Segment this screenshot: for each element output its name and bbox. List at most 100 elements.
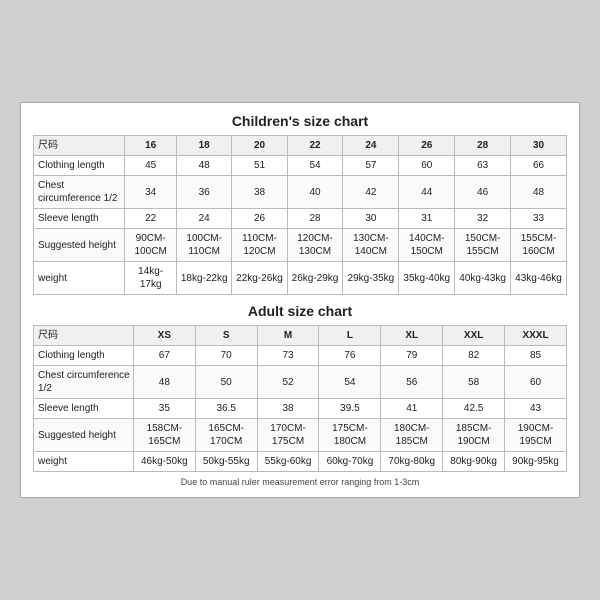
adult-col-header-3: M xyxy=(257,326,319,346)
children-cell-2-3: 28 xyxy=(287,209,343,229)
adult-row-label-0: Clothing length xyxy=(34,346,134,366)
children-cell-3-7: 155CM-160CM xyxy=(511,229,567,262)
children-row-label-0: Clothing length xyxy=(34,156,125,176)
children-col-header-6: 26 xyxy=(399,136,455,156)
adult-cell-1-1: 50 xyxy=(195,366,257,399)
children-cell-4-6: 40kg-43kg xyxy=(455,262,511,295)
children-cell-4-5: 35kg-40kg xyxy=(399,262,455,295)
children-cell-3-4: 130CM-140CM xyxy=(343,229,399,262)
children-cell-1-6: 46 xyxy=(455,176,511,209)
adult-row-label-4: weight xyxy=(34,452,134,472)
adult-cell-2-0: 35 xyxy=(133,399,195,419)
adult-table-row: Clothing length67707376798285 xyxy=(34,346,567,366)
adult-cell-4-2: 55kg-60kg xyxy=(257,452,319,472)
children-col-header-2: 18 xyxy=(176,136,232,156)
adult-col-header-4: L xyxy=(319,326,381,346)
children-table-row: Suggested height90CM-100CM100CM-110CM110… xyxy=(34,229,567,262)
children-cell-2-6: 32 xyxy=(455,209,511,229)
adult-cell-3-2: 170CM-175CM xyxy=(257,419,319,452)
children-cell-1-0: 34 xyxy=(125,176,176,209)
adult-col-header-2: S xyxy=(195,326,257,346)
children-cell-4-2: 22kg-26kg xyxy=(232,262,287,295)
adult-cell-0-3: 76 xyxy=(319,346,381,366)
children-table-row: weight14kg-17kg18kg-22kg22kg-26kg26kg-29… xyxy=(34,262,567,295)
adult-cell-2-5: 42.5 xyxy=(443,399,505,419)
adult-cell-2-1: 36.5 xyxy=(195,399,257,419)
adult-cell-1-4: 56 xyxy=(381,366,443,399)
adult-table-body: Clothing length67707376798285Chest circu… xyxy=(34,346,567,472)
adult-cell-4-3: 60kg-70kg xyxy=(319,452,381,472)
children-cell-2-5: 31 xyxy=(399,209,455,229)
adult-cell-4-4: 70kg-80kg xyxy=(381,452,443,472)
children-size-table: 尺码1618202224262830 Clothing length45 48 51… xyxy=(33,135,567,295)
children-cell-1-3: 40 xyxy=(287,176,343,209)
adult-cell-0-5: 82 xyxy=(443,346,505,366)
children-cell-2-7: 33 xyxy=(511,209,567,229)
adult-cell-1-3: 54 xyxy=(319,366,381,399)
adult-cell-4-5: 80kg-90kg xyxy=(443,452,505,472)
children-cell-3-6: 150CM-155CM xyxy=(455,229,511,262)
adult-cell-0-4: 79 xyxy=(381,346,443,366)
adult-row-label-3: Suggested height xyxy=(34,419,134,452)
children-cell-4-1: 18kg-22kg xyxy=(176,262,232,295)
children-col-header-7: 28 xyxy=(455,136,511,156)
adult-chart-title: Adult size chart xyxy=(33,303,567,319)
adult-cell-3-3: 175CM-180CM xyxy=(319,419,381,452)
adult-size-table: 尺码XSSMLXLXXLXXXL Clothing length67707376… xyxy=(33,325,567,472)
children-cell-3-0: 90CM-100CM xyxy=(125,229,176,262)
children-cell-2-2: 26 xyxy=(232,209,287,229)
children-header-row: 尺码1618202224262830 xyxy=(34,136,567,156)
children-cell-3-5: 140CM-150CM xyxy=(399,229,455,262)
children-cell-1-5: 44 xyxy=(399,176,455,209)
children-cell-4-4: 29kg-35kg xyxy=(343,262,399,295)
adult-cell-3-6: 190CM-195CM xyxy=(505,419,567,452)
adult-cell-2-3: 39.5 xyxy=(319,399,381,419)
children-col-header-5: 24 xyxy=(343,136,399,156)
children-col-header-8: 30 xyxy=(511,136,567,156)
children-cell-0-7: 66 xyxy=(511,156,567,176)
adult-cell-1-2: 52 xyxy=(257,366,319,399)
children-cell-0-6: 63 xyxy=(455,156,511,176)
adult-cell-0-2: 73 xyxy=(257,346,319,366)
adult-table-row: weight46kg-50kg50kg-55kg55kg-60kg60kg-70… xyxy=(34,452,567,472)
children-row-label-2: Sleeve length xyxy=(34,209,125,229)
adult-cell-4-1: 50kg-55kg xyxy=(195,452,257,472)
children-col-header-0: 尺码 xyxy=(34,136,125,156)
adult-col-header-5: XL xyxy=(381,326,443,346)
children-cell-4-0: 14kg-17kg xyxy=(125,262,176,295)
children-cell-0-0: 45 xyxy=(125,156,176,176)
children-cell-0-4: 57 xyxy=(343,156,399,176)
children-table-body: Clothing length4548515457606366Chest cir… xyxy=(34,156,567,295)
children-cell-4-7: 43kg-46kg xyxy=(511,262,567,295)
children-cell-0-5: 60 xyxy=(399,156,455,176)
adult-col-header-7: XXXL xyxy=(505,326,567,346)
adult-cell-4-6: 90kg-95kg xyxy=(505,452,567,472)
children-chart-title: Children's size chart xyxy=(33,113,567,129)
adult-cell-0-0: 67 xyxy=(133,346,195,366)
children-col-header-4: 22 xyxy=(287,136,343,156)
children-cell-1-4: 42 xyxy=(343,176,399,209)
children-row-label-1: Chest circumference 1/2 xyxy=(34,176,125,209)
adult-cell-2-4: 41 xyxy=(381,399,443,419)
children-cell-0-2: 51 xyxy=(232,156,287,176)
footer-note: Due to manual ruler measurement error ra… xyxy=(33,477,567,487)
children-col-header-1: 16 xyxy=(125,136,176,156)
size-chart-container: Children's size chart 尺码1618202224262830… xyxy=(20,102,580,498)
adult-row-label-2: Sleeve length xyxy=(34,399,134,419)
adult-col-header-1: XS xyxy=(133,326,195,346)
adult-table-row: Sleeve length3536.53839.54142.543 xyxy=(34,399,567,419)
children-cell-4-3: 26kg-29kg xyxy=(287,262,343,295)
adult-cell-3-0: 158CM-165CM xyxy=(133,419,195,452)
children-cell-3-2: 110CM-120CM xyxy=(232,229,287,262)
adult-col-header-0: 尺码 xyxy=(34,326,134,346)
children-cell-1-1: 36 xyxy=(176,176,232,209)
children-cell-3-1: 100CM-110CM xyxy=(176,229,232,262)
adult-table-row: Chest circumference 1/248505254565860 xyxy=(34,366,567,399)
children-cell-1-7: 48 xyxy=(511,176,567,209)
adult-cell-1-6: 60 xyxy=(505,366,567,399)
adult-cell-2-6: 43 xyxy=(505,399,567,419)
children-cell-3-3: 120CM-130CM xyxy=(287,229,343,262)
children-cell-2-0: 22 xyxy=(125,209,176,229)
children-table-row: Sleeve length2224262830313233 xyxy=(34,209,567,229)
adult-cell-1-0: 48 xyxy=(133,366,195,399)
